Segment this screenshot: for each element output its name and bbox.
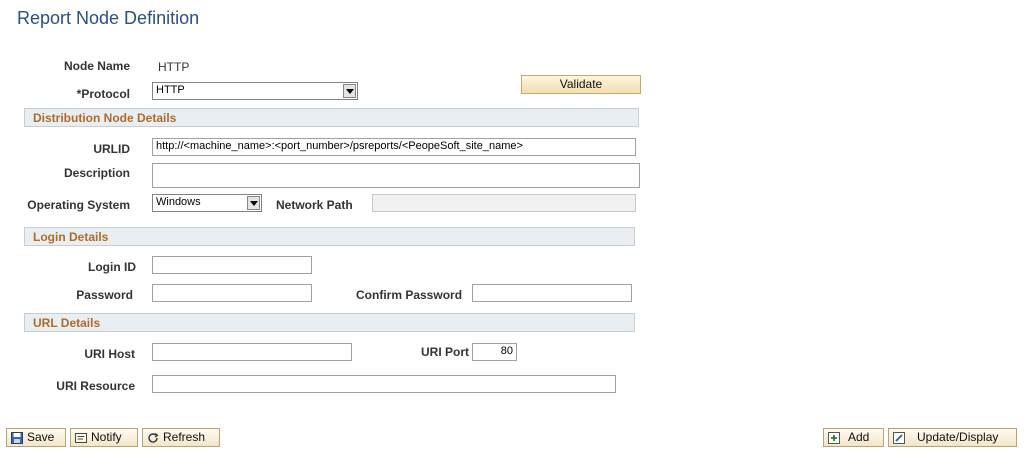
network-path-input bbox=[372, 194, 636, 212]
page-title: Report Node Definition bbox=[17, 8, 200, 28]
uri-resource-input[interactable] bbox=[152, 375, 616, 393]
uri-host-label: URI Host bbox=[84, 347, 135, 361]
update-display-icon bbox=[893, 432, 905, 444]
confirm-password-label: Confirm Password bbox=[356, 288, 463, 302]
save-button[interactable]: Save bbox=[6, 428, 66, 447]
validate-button[interactable]: Validate bbox=[521, 75, 641, 94]
chevron-down-icon[interactable] bbox=[247, 196, 260, 210]
description-label: Description bbox=[63, 166, 130, 180]
confirm-password-input[interactable] bbox=[472, 284, 632, 302]
urlid-label: URLID bbox=[93, 142, 130, 156]
description-input[interactable] bbox=[152, 163, 640, 188]
add-button[interactable]: Add bbox=[823, 428, 884, 447]
password-label: Password bbox=[76, 288, 133, 302]
operating-system-select[interactable]: Windows bbox=[152, 194, 262, 212]
login-section-header: Login Details bbox=[24, 227, 635, 246]
uri-port-label: URI Port bbox=[421, 345, 469, 359]
protocol-label: *Protocol bbox=[76, 87, 130, 101]
notify-button[interactable]: Notify bbox=[70, 428, 138, 447]
refresh-icon bbox=[148, 432, 159, 443]
node-name-label: Node Name bbox=[63, 59, 130, 73]
node-name-value: HTTP bbox=[158, 60, 190, 74]
operating-system-label: Operating System bbox=[27, 198, 130, 212]
add-icon bbox=[828, 432, 840, 444]
distribution-section-header: Distribution Node Details bbox=[24, 108, 639, 127]
protocol-select[interactable]: HTTP bbox=[152, 82, 358, 100]
notify-icon bbox=[75, 433, 87, 443]
uri-port-input[interactable]: 80 bbox=[472, 343, 517, 361]
login-id-label: Login ID bbox=[88, 260, 136, 274]
password-input[interactable] bbox=[152, 284, 312, 302]
chevron-down-icon[interactable] bbox=[343, 84, 356, 98]
uri-host-input[interactable] bbox=[152, 343, 352, 361]
network-path-label: Network Path bbox=[276, 198, 353, 212]
login-id-input[interactable] bbox=[152, 256, 312, 274]
urlid-input[interactable]: http://<machine_name>:<port_number>/psre… bbox=[152, 138, 636, 156]
url-section-header: URL Details bbox=[24, 313, 635, 332]
uri-resource-label: URI Resource bbox=[56, 379, 135, 393]
floppy-disk-icon bbox=[11, 432, 23, 444]
update-display-button[interactable]: Update/Display bbox=[888, 428, 1017, 447]
refresh-button[interactable]: Refresh bbox=[142, 428, 220, 447]
